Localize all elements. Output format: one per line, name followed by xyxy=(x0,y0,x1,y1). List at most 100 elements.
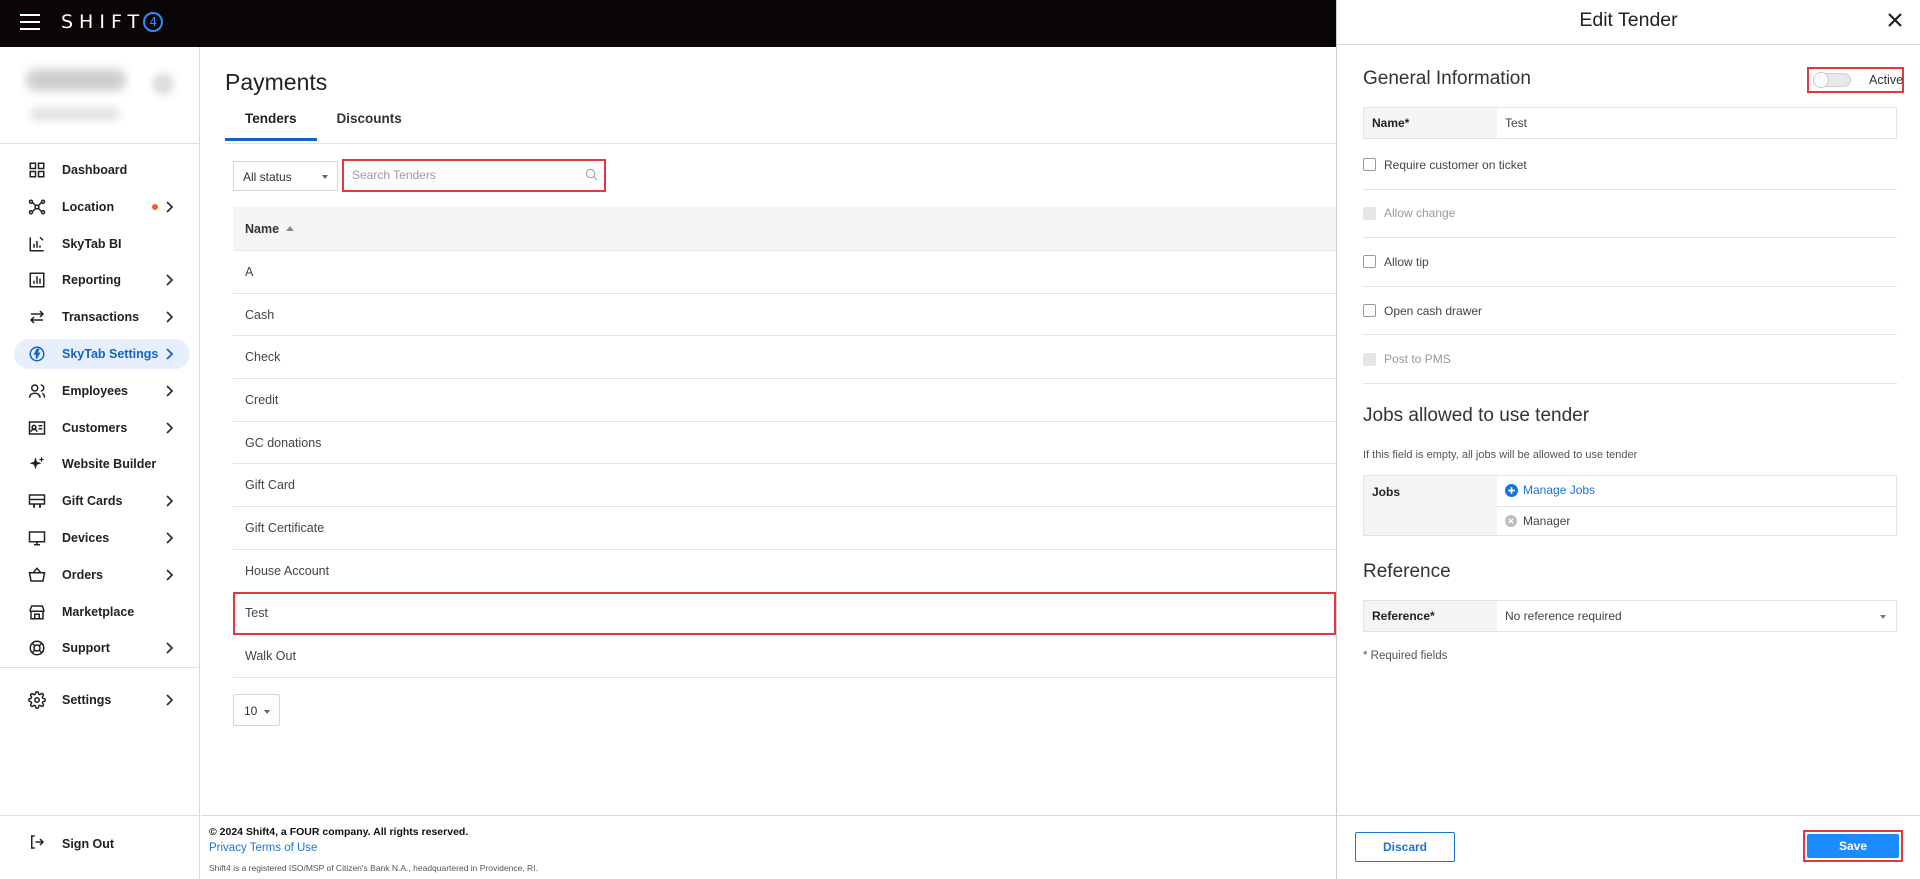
checkbox-post-to-pms xyxy=(1363,352,1376,366)
sidebar-item-settings[interactable]: Settings xyxy=(14,685,190,722)
checkbox-open-cash-drawer[interactable] xyxy=(1363,304,1376,318)
hamburger-menu-icon[interactable] xyxy=(20,14,40,32)
tender-name-cell: Test xyxy=(245,606,268,621)
reference-select[interactable]: No reference required xyxy=(1497,601,1896,631)
location-network-icon xyxy=(28,198,46,216)
sidebar-item-label: SkyTab Settings xyxy=(62,346,159,361)
sidebar-item-devices[interactable]: Devices xyxy=(14,523,190,553)
sidebar-item-label: Settings xyxy=(62,693,112,707)
manage-jobs-link[interactable]: Manage Jobs xyxy=(1505,483,1595,497)
notification-dot xyxy=(152,203,158,210)
chevron-right-icon xyxy=(162,310,176,324)
sidebar-item-skytab-settings[interactable]: SkyTab Settings xyxy=(14,338,190,369)
sidebar-item-label: Support xyxy=(62,641,110,656)
tender-name-cell: A xyxy=(245,264,254,279)
sidebar-item-marketplace[interactable]: Marketplace xyxy=(14,597,190,627)
sidebar-item-customers[interactable]: Customers xyxy=(14,413,190,443)
table-row[interactable]: A xyxy=(233,251,1336,294)
sidebar-item-label: Transactions xyxy=(62,310,140,325)
search-input[interactable] xyxy=(347,164,599,186)
gift-card-icon xyxy=(28,492,46,510)
checkbox-label: Require customer on ticket xyxy=(1384,157,1527,172)
caret-down-icon xyxy=(1880,615,1886,619)
sidebar-item-skytab-bi[interactable]: SkyTab BI xyxy=(14,229,190,259)
reference-field-label: Reference* xyxy=(1364,601,1497,631)
reference-select-value: No reference required xyxy=(1505,609,1622,623)
table-row[interactable]: GC donations xyxy=(233,422,1336,465)
footer: © 2024 Shift4, a FOUR company. All right… xyxy=(201,815,1336,879)
sidebar-nav: Dashboard Location SkyTab BI Reporting Trans… xyxy=(14,155,190,670)
page-size-select[interactable]: 10 xyxy=(233,694,280,726)
reference-field-row: Reference* No reference required xyxy=(1363,600,1897,632)
sidebar-divider xyxy=(0,815,200,816)
sidebar-item-website-builder[interactable]: Website Builder xyxy=(14,449,190,479)
sidebar-item-orders[interactable]: Orders xyxy=(14,560,190,590)
active-toggle[interactable] xyxy=(1813,72,1851,88)
sidebar-item-gift-cards[interactable]: Gift Cards xyxy=(14,486,190,516)
table-row[interactable]: Test xyxy=(233,591,1336,636)
sidebar-item-reporting[interactable]: Reporting xyxy=(14,265,190,295)
caret-down-icon xyxy=(264,710,270,714)
discard-button[interactable]: Discard xyxy=(1355,832,1455,862)
table-row[interactable]: Gift Certificate xyxy=(233,507,1336,550)
checkbox-allow-tip[interactable] xyxy=(1363,255,1376,269)
tender-name-cell: Gift Certificate xyxy=(245,520,325,535)
checkbox-row-require-customer-on-ticket: Require customer on ticket xyxy=(1363,141,1897,190)
tender-name-cell: Credit xyxy=(245,392,279,407)
save-button[interactable]: Save xyxy=(1807,834,1899,858)
active-label: Active xyxy=(1869,73,1904,87)
account-switcher[interactable] xyxy=(16,59,186,139)
column-header-name: Name xyxy=(245,221,280,236)
terms-link[interactable]: Terms of Use xyxy=(250,842,318,854)
sidebar-item-location[interactable]: Location xyxy=(14,192,190,222)
panel-footer-divider xyxy=(1337,815,1920,816)
sidebar-item-dashboard[interactable]: Dashboard xyxy=(14,155,190,185)
panel-title: Edit Tender xyxy=(1579,9,1678,31)
sidebar: Dashboard Location SkyTab BI Reporting Trans… xyxy=(0,47,200,879)
checkbox-row-allow-tip: Allow tip xyxy=(1363,238,1897,287)
tender-name-cell: House Account xyxy=(245,563,330,578)
jobs-note: If this field is empty, all jobs will be… xyxy=(1363,449,1638,461)
required-fields-note: * Required fields xyxy=(1363,650,1448,662)
caret-down-icon xyxy=(322,175,328,179)
save-button-highlight: Save xyxy=(1803,830,1903,862)
devices-icon xyxy=(28,529,46,547)
table-header[interactable]: Name xyxy=(233,207,1336,251)
sidebar-item-support[interactable]: Support xyxy=(14,633,190,663)
status-filter-select[interactable]: All status xyxy=(233,161,338,191)
table-row[interactable]: Cash xyxy=(233,294,1336,337)
reporting-icon xyxy=(28,271,46,289)
sidebar-item-transactions[interactable]: Transactions xyxy=(14,302,190,332)
transactions-icon xyxy=(28,308,46,326)
table-row[interactable]: Check xyxy=(233,336,1336,380)
table-row[interactable]: Gift Card xyxy=(233,464,1336,508)
jobs-field-label: Jobs xyxy=(1364,476,1497,535)
sidebar-divider xyxy=(0,143,200,144)
checkbox-require-customer-on-ticket[interactable] xyxy=(1363,158,1376,172)
search-highlight xyxy=(342,159,606,192)
sidebar-item-label: Reporting xyxy=(62,273,122,288)
table-row[interactable]: Walk Out xyxy=(233,635,1336,678)
tab-discounts[interactable]: Discounts xyxy=(317,109,422,141)
store-icon xyxy=(28,603,46,621)
name-field[interactable]: Test xyxy=(1497,108,1896,138)
lifebuoy-icon xyxy=(28,639,46,657)
employees-icon xyxy=(28,382,46,400)
shift4-logo[interactable]: SHIFT 4 xyxy=(61,11,164,33)
sparkle-icon xyxy=(28,455,46,473)
privacy-link[interactable]: Privacy xyxy=(209,842,247,854)
tab-tenders[interactable]: Tenders xyxy=(225,109,317,141)
table-row[interactable]: Credit xyxy=(233,379,1336,422)
sidebar-item-label: Gift Cards xyxy=(62,494,123,509)
sign-out-label: Sign Out xyxy=(62,836,115,851)
tender-name-cell: Cash xyxy=(245,307,275,322)
edit-tender-panel: Edit Tender General Information Active N… xyxy=(1336,0,1920,879)
table-row[interactable]: House Account xyxy=(233,550,1336,593)
close-icon[interactable] xyxy=(1886,11,1904,29)
main-content: Payments Tenders Discounts All status Na… xyxy=(201,47,1336,879)
remove-circle-icon[interactable] xyxy=(1505,515,1517,527)
sidebar-item-employees[interactable]: Employees xyxy=(14,376,190,406)
logo-digit: 4 xyxy=(143,12,164,32)
toggle-knob xyxy=(1813,72,1829,88)
sign-out-button[interactable]: Sign Out xyxy=(28,833,114,854)
